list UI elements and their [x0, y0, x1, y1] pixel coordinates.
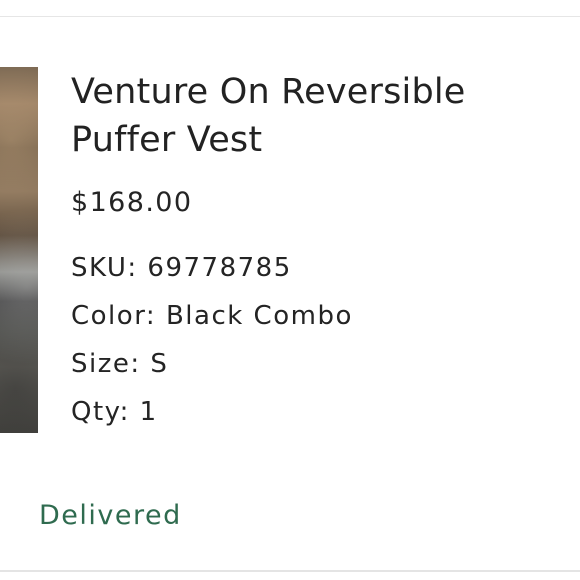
- sku-line: SKU: 69778785: [71, 253, 292, 283]
- bottom-divider: [0, 570, 580, 572]
- product-image-shading: [0, 67, 38, 433]
- qty-line: Qty: 1: [71, 397, 158, 427]
- product-meta: SKU: 69778785 Color: Black Combo Size: S…: [71, 244, 561, 436]
- order-item-page: Venture On Reversible Puffer Vest $168.0…: [0, 0, 580, 580]
- top-divider: [0, 16, 580, 17]
- product-title[interactable]: Venture On Reversible Puffer Vest: [71, 68, 561, 164]
- product-price: $168.00: [71, 187, 193, 218]
- delivery-status: Delivered: [39, 500, 182, 531]
- order-item-details: Venture On Reversible Puffer Vest $168.0…: [71, 68, 561, 436]
- product-image[interactable]: [0, 67, 38, 433]
- color-line: Color: Black Combo: [71, 301, 353, 331]
- size-line: Size: S: [71, 349, 169, 379]
